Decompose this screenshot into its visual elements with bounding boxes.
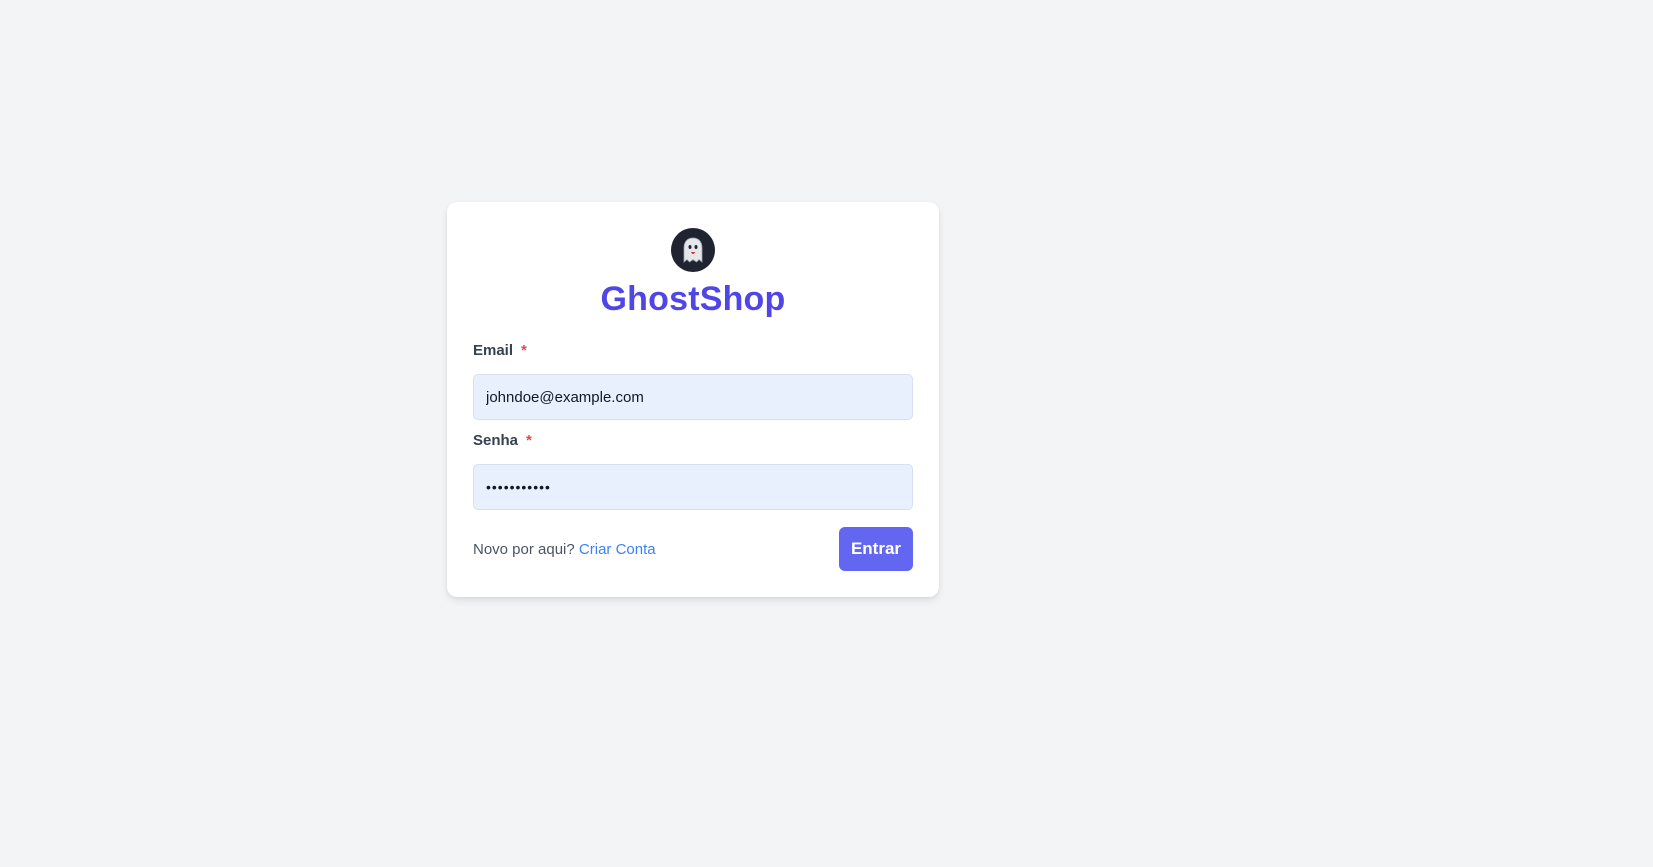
login-card: GhostShop Email * Senha * Novo por aqui? C… xyxy=(447,202,939,597)
signup-prompt-text: Novo por aqui? xyxy=(473,541,575,558)
password-required-mark: * xyxy=(526,432,532,449)
password-input[interactable] xyxy=(473,464,913,510)
email-label: Email * xyxy=(473,342,527,359)
password-label-text: Senha xyxy=(473,432,519,449)
brand-title: GhostShop xyxy=(600,280,786,318)
create-account-link[interactable]: Criar Conta xyxy=(579,541,656,558)
email-required-mark: * xyxy=(521,342,527,359)
ghost-icon xyxy=(671,228,715,272)
login-button[interactable]: Entrar xyxy=(839,527,913,571)
signup-prompt: Novo por aqui? Criar Conta xyxy=(473,541,656,558)
email-input[interactable] xyxy=(473,374,913,420)
password-label: Senha * xyxy=(473,432,532,449)
email-label-text: Email xyxy=(473,342,514,359)
